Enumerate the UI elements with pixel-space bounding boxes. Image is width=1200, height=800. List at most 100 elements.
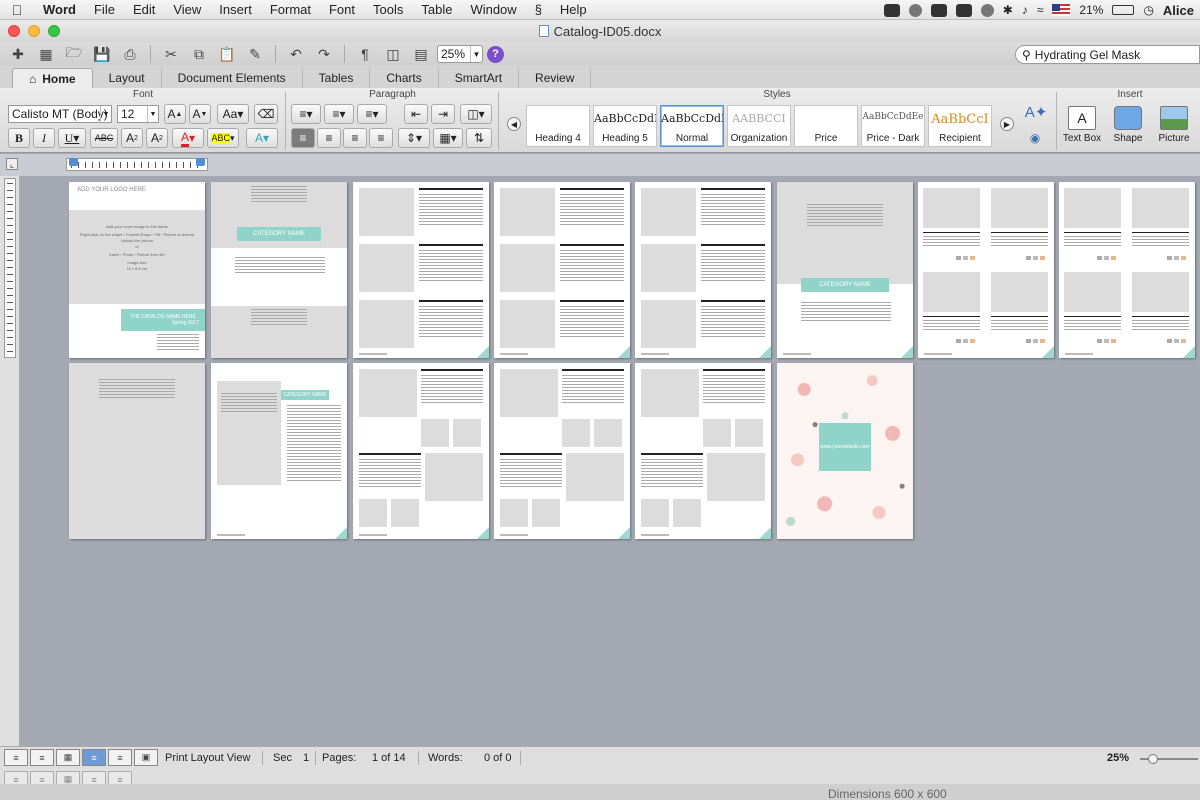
underline-button[interactable]: U▾ — [58, 128, 86, 148]
bluetooth-icon[interactable]: ✱ — [1003, 3, 1013, 17]
bullets-button[interactable]: ≡▾ — [291, 104, 321, 124]
cut-icon[interactable]: ✂ — [159, 44, 183, 64]
page-7-grid[interactable] — [918, 182, 1054, 358]
save-icon[interactable]: 💾 — [90, 44, 114, 64]
tab-layout[interactable]: Layout — [93, 68, 162, 88]
style-price[interactable]: Price — [794, 105, 858, 147]
redo-icon[interactable]: ↷ — [312, 44, 336, 64]
insert-shape-button[interactable]: Shape — [1106, 106, 1150, 144]
pages-value[interactable]: 1 of 14 — [372, 752, 406, 764]
dropbox-icon[interactable] — [930, 3, 947, 17]
page-12-products[interactable] — [494, 363, 630, 539]
style-price-dark[interactable]: AaBbCcDdEe Price - Dark — [861, 105, 925, 147]
tab-home[interactable]: ⌂ Home — [12, 68, 93, 88]
style-recipient[interactable]: AaBbCcI Recipient — [928, 105, 992, 147]
italic-button[interactable]: I — [33, 128, 55, 148]
style-organization[interactable]: AABBCCI Organization — [727, 105, 791, 147]
us-flag-icon[interactable] — [1052, 4, 1071, 16]
style-normal[interactable]: AaBbCcDdI Normal — [660, 105, 724, 147]
subscript-button[interactable]: A2 — [146, 128, 168, 148]
search-input[interactable]: Hydrating Gel Mask — [1035, 48, 1140, 62]
format-painter-icon[interactable]: ✎ — [243, 44, 267, 64]
time-machine-icon[interactable] — [980, 3, 994, 17]
sidebar-icon[interactable]: ◫ — [381, 44, 405, 64]
full-screen-view-icon[interactable]: ▣ — [134, 749, 158, 766]
wifi-icon[interactable]: ≈ — [1037, 3, 1044, 17]
align-left-button[interactable]: ≡ — [291, 128, 315, 148]
tab-stop-selector-icon[interactable]: ⌞ — [6, 158, 18, 170]
menu-edit[interactable]: Edit — [124, 2, 164, 17]
page-11-products[interactable] — [353, 363, 489, 539]
app-menu[interactable]: Word — [34, 2, 85, 17]
menu-font[interactable]: Font — [320, 2, 364, 17]
vertical-ruler[interactable] — [4, 178, 16, 358]
print-layout-view-icon[interactable]: ≡ — [82, 749, 106, 766]
help-icon[interactable]: ? — [487, 45, 504, 63]
sort-button[interactable]: ⇅ — [466, 128, 492, 148]
templates-icon[interactable]: ▦ — [34, 44, 58, 64]
script-menu-icon[interactable]: § — [526, 2, 551, 17]
evernote-icon[interactable] — [908, 3, 922, 17]
page-14-back-cover[interactable]: www.yourwebsite.com — [777, 363, 913, 539]
apple-menu-icon[interactable]:  — [0, 2, 34, 18]
publishing-view-icon[interactable]: ▦ — [56, 749, 80, 766]
zoom-window-button[interactable] — [48, 25, 60, 37]
tab-smartart[interactable]: SmartArt — [439, 68, 520, 88]
battery-percent[interactable]: 21% — [1079, 3, 1103, 17]
close-window-button[interactable] — [8, 25, 20, 37]
clock-icon[interactable]: ◷ — [1143, 3, 1153, 17]
right-indent-handle[interactable] — [196, 158, 205, 166]
menu-table[interactable]: Table — [412, 2, 461, 17]
paste-icon[interactable]: 📋 — [215, 44, 239, 64]
skype-icon[interactable] — [883, 3, 900, 17]
tab-tables[interactable]: Tables — [303, 68, 371, 88]
align-center-button[interactable]: ≡ — [317, 128, 341, 148]
copy-icon[interactable]: ⧉ — [187, 44, 211, 64]
horizontal-ruler[interactable] — [66, 158, 208, 171]
page-9-full-image[interactable] — [69, 363, 205, 539]
bold-button[interactable]: B — [8, 128, 30, 148]
battery-icon[interactable] — [1112, 5, 1135, 15]
menu-help[interactable]: Help — [551, 2, 596, 17]
strikethrough-button[interactable]: ABC — [90, 128, 118, 148]
left-indent-handle[interactable] — [69, 158, 78, 166]
decrease-indent-button[interactable]: ⇤ — [404, 104, 428, 124]
columns-button[interactable]: ◫▾ — [460, 104, 492, 124]
user-name[interactable]: Alice — [1163, 3, 1194, 18]
search-field[interactable]: ⚲ Hydrating Gel Mask — [1015, 45, 1200, 64]
menu-view[interactable]: View — [164, 2, 210, 17]
wd-drive-icon[interactable] — [955, 3, 972, 17]
tab-review[interactable]: Review — [519, 68, 592, 88]
media-browser-icon[interactable]: ▤ — [409, 44, 433, 64]
zoom-slider[interactable] — [1140, 754, 1198, 764]
styles-pane-icon[interactable]: A✦ — [1022, 102, 1050, 122]
menu-tools[interactable]: Tools — [364, 2, 412, 17]
page-2-category[interactable]: CATEGORY NAME — [211, 182, 347, 358]
page-6-category[interactable]: CATEGORY NAME — [777, 182, 913, 358]
new-document-icon[interactable]: ✚ — [6, 44, 30, 64]
draft-view-icon[interactable]: ≡ — [4, 749, 28, 766]
line-spacing-button[interactable]: ⇕▾ — [398, 128, 430, 148]
multilevel-list-button[interactable]: ≡▾ — [357, 104, 387, 124]
shrink-font-button[interactable]: A ▼ — [189, 104, 211, 124]
menu-insert[interactable]: Insert — [210, 2, 261, 17]
show-formatting-icon[interactable]: ¶ — [353, 44, 377, 64]
font-color-button[interactable]: A ▾ — [172, 128, 204, 148]
zoom-select[interactable]: 25% ▼ — [437, 45, 483, 63]
page-13-products[interactable] — [635, 363, 771, 539]
highlight-button[interactable]: ABC ▾ — [207, 128, 239, 148]
clear-formatting-button[interactable]: ⌫ — [254, 104, 278, 124]
text-effects-button[interactable]: A▾ — [246, 128, 278, 148]
style-heading-4[interactable]: Heading 4 — [526, 105, 590, 147]
insert-picture-button[interactable]: Picture — [1152, 106, 1196, 144]
shading-button[interactable]: ▦▾ — [433, 128, 463, 148]
justify-button[interactable]: ≡ — [369, 128, 393, 148]
increase-indent-button[interactable]: ⇥ — [431, 104, 455, 124]
insert-text-box-button[interactable]: A Text Box — [1060, 106, 1104, 144]
superscript-button[interactable]: A2 — [121, 128, 143, 148]
minimize-window-button[interactable] — [28, 25, 40, 37]
font-name-select[interactable]: Calisto MT (Body) ▼ — [8, 105, 112, 123]
tab-charts[interactable]: Charts — [370, 68, 439, 88]
zoom-slider-thumb[interactable] — [1148, 754, 1158, 764]
volume-icon[interactable]: ♪ — [1022, 3, 1028, 17]
